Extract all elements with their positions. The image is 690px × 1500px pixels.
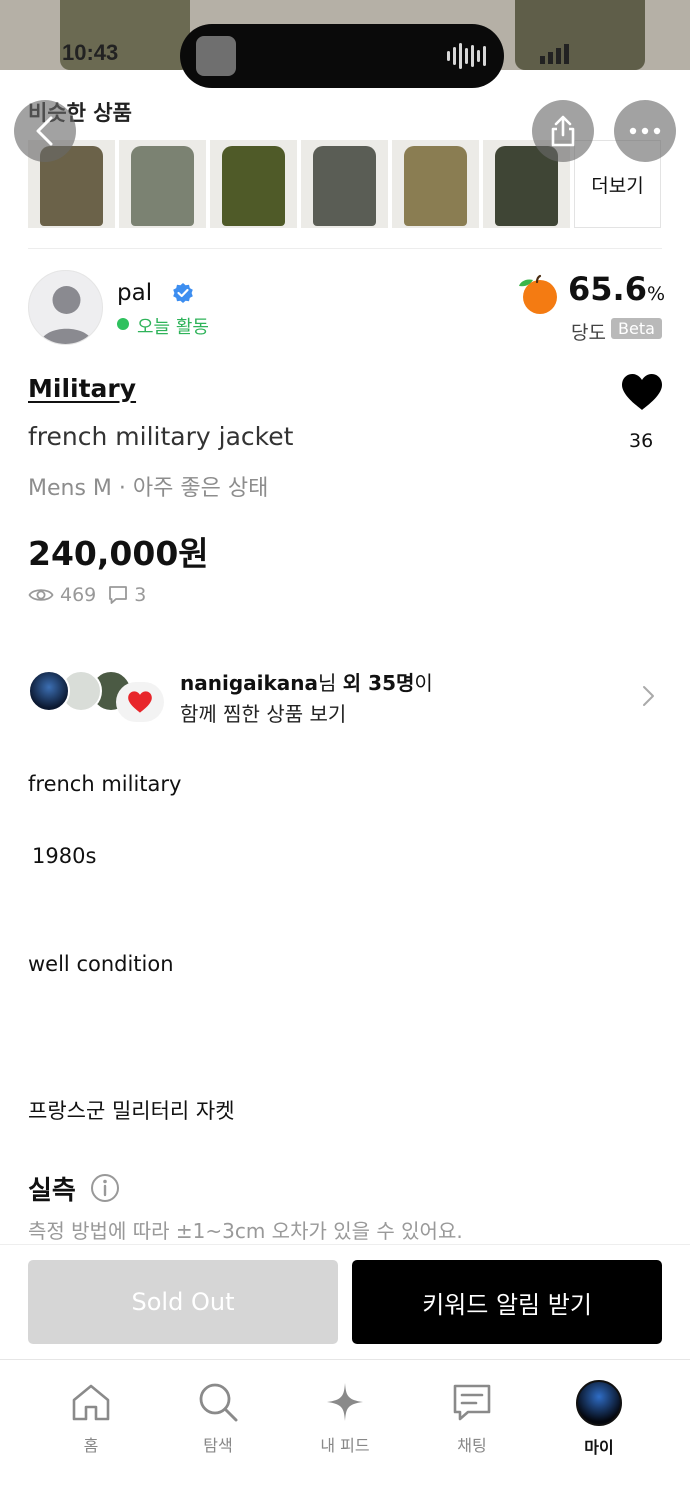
jacket-image [222, 146, 285, 226]
chat-icon [453, 1384, 491, 1421]
product-size-condition: Mens M · 아주 좋은 상태 [28, 476, 269, 501]
measurement-title: 실측 [28, 1176, 76, 1206]
verified-badge-icon [173, 283, 193, 303]
search-icon [199, 1383, 238, 1422]
home-icon [72, 1384, 110, 1421]
tab-my[interactable]: 마이 [549, 1380, 649, 1458]
like-heart-button[interactable] [620, 372, 664, 412]
sweetness-score: 65.6% [568, 270, 665, 308]
liker-suffix: 님 [318, 671, 343, 695]
liker-avatar [28, 670, 70, 712]
signal-icon [540, 44, 569, 64]
comment-icon [109, 586, 128, 604]
tab-chat[interactable]: 채팅 [422, 1380, 522, 1456]
tab-explore[interactable]: 탐색 [168, 1380, 268, 1456]
sold-out-button[interactable]: Sold Out [28, 1260, 338, 1344]
comment-count: 3 [134, 584, 147, 606]
jacket-image [404, 146, 467, 226]
info-icon[interactable] [90, 1173, 120, 1203]
tab-my-feed[interactable]: 내 피드 [295, 1380, 395, 1456]
similar-product-thumb[interactable] [301, 140, 388, 228]
description-line: well condition [28, 952, 174, 976]
liker-particle: 이 [414, 671, 433, 695]
tab-label: 홈 [83, 1436, 99, 1455]
audio-wave-icon [447, 42, 486, 70]
action-bar: Sold Out 키워드 알림 받기 [0, 1244, 690, 1359]
status-time: 10:43 [62, 40, 119, 65]
liker-others-count: 외 35명 [342, 671, 415, 695]
product-title: french military jacket [28, 422, 294, 451]
fruit-sweetness-icon [519, 274, 557, 314]
online-status-dot [117, 318, 129, 330]
seller-name[interactable]: pal [117, 280, 152, 306]
liker-avatars[interactable] [28, 668, 168, 722]
tab-label: 탐색 [203, 1436, 233, 1455]
red-heart-icon [116, 682, 164, 722]
dynamic-island [180, 24, 504, 88]
section-divider [28, 248, 662, 249]
ellipsis-icon [629, 127, 661, 135]
like-count: 36 [629, 430, 654, 452]
similar-product-thumb[interactable] [210, 140, 297, 228]
tab-label: 마이 [584, 1438, 614, 1457]
keyword-alert-button[interactable]: 키워드 알림 받기 [352, 1260, 662, 1344]
beta-badge: Beta [611, 318, 662, 339]
chevron-left-icon [36, 116, 53, 146]
jacket-image [313, 146, 376, 226]
brand-link[interactable]: Military [28, 374, 136, 403]
tab-label: 내 피드 [320, 1436, 370, 1455]
sweetness-label: 당도 [571, 322, 606, 344]
sweetness-unit: % [646, 283, 666, 305]
now-playing-thumb [196, 36, 236, 76]
product-price: 240,000원 [28, 534, 209, 573]
product-stats: 469 3 [28, 584, 146, 606]
description-line: 프랑스군 밀리터리 자켓 [28, 1099, 235, 1123]
similar-product-thumb[interactable] [119, 140, 206, 228]
my-avatar-icon [576, 1380, 622, 1426]
similar-product-thumb[interactable] [392, 140, 479, 228]
back-button[interactable] [14, 100, 76, 162]
sparkle-icon [327, 1383, 363, 1421]
liker-username: nanigaikana [180, 671, 319, 695]
sweetness-value: 65.6 [568, 270, 647, 308]
chevron-right-icon[interactable] [640, 684, 656, 708]
tab-label: 채팅 [457, 1436, 487, 1455]
bottom-tab-bar: 홈 탐색 내 피드 채팅 마이 [0, 1359, 690, 1500]
share-button[interactable] [532, 100, 594, 162]
liked-together-link[interactable]: 함께 찜한 상품 보기 [180, 698, 346, 727]
share-icon [551, 115, 575, 147]
jacket-image [131, 146, 194, 226]
photo-fragment-right [515, 0, 645, 70]
measurement-note: 측정 방법에 따라 ±1~3cm 오차가 있을 수 있어요. [28, 1219, 463, 1243]
eye-icon [28, 589, 54, 601]
more-options-button[interactable] [614, 100, 676, 162]
liked-together-summary[interactable]: nanigaikana님 외 35명이 [180, 667, 433, 696]
tab-home[interactable]: 홈 [41, 1380, 141, 1456]
view-count: 469 [60, 584, 97, 606]
seller-activity-status: 오늘 활동 [137, 317, 209, 338]
description-line: french military [28, 772, 182, 796]
default-user-icon [39, 286, 94, 344]
description-line: 1980s [32, 844, 97, 868]
seller-avatar[interactable] [28, 270, 103, 345]
